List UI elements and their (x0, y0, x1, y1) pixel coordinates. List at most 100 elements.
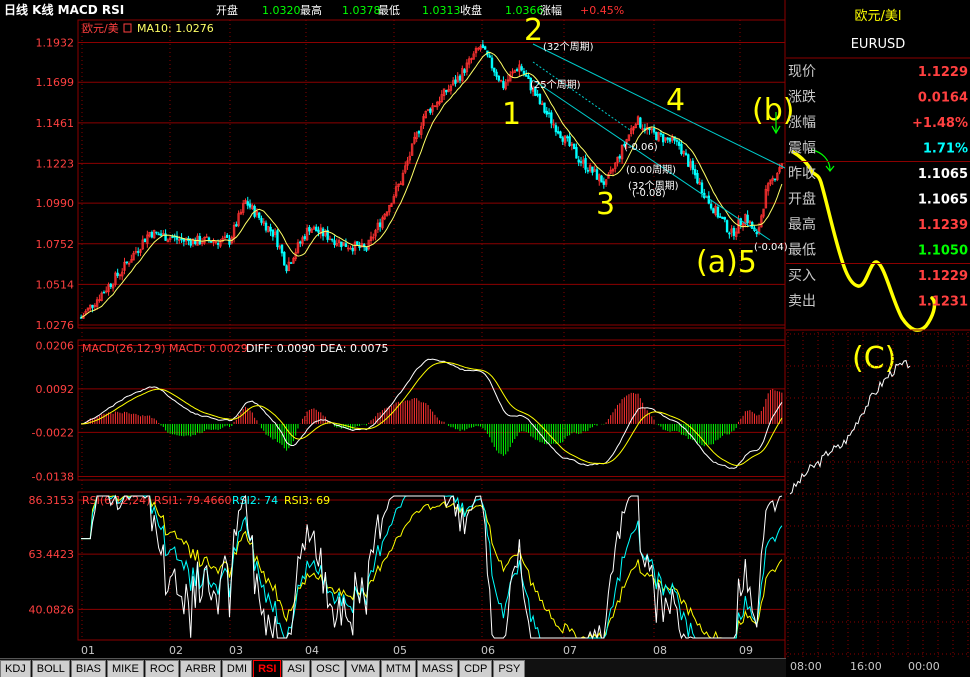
candle-body (155, 231, 158, 234)
candle-body (125, 261, 128, 264)
tab-vma[interactable]: VMA (346, 660, 380, 677)
rsi-y-tick: 40.0826 (29, 603, 75, 616)
candle-body (257, 212, 261, 218)
candle-body (591, 166, 594, 173)
price-y-tick: 1.0276 (36, 319, 75, 332)
header-bar: 日线 K线 MACD RSI 开盘 1.0320 最高 1.0378 最低 1.… (0, 0, 786, 20)
candle-body (137, 251, 140, 253)
candle-body (269, 226, 272, 232)
candle-body (618, 155, 622, 159)
candle-body (283, 252, 286, 266)
header-change-label: 涨幅 (540, 4, 562, 17)
quote-row-label: 买入 (788, 268, 816, 284)
candle-body (315, 226, 318, 232)
candle-body (228, 238, 231, 245)
candle-body (568, 136, 571, 146)
candle-body (586, 170, 590, 172)
period-label-2: (25个周期) (530, 79, 581, 91)
candle-body (495, 71, 498, 77)
macd-dea-line (81, 361, 783, 467)
candle-body (488, 55, 491, 58)
tab-dmi[interactable]: DMI (221, 660, 253, 677)
header-open-value: 1.0320 (262, 4, 301, 17)
macd-legend-main: MACD(26,12,9) MACD: 0.0029 (82, 342, 248, 355)
tab-psy[interactable]: PSY (493, 660, 526, 677)
price-legend-ma: MA10: 1.0276 (137, 22, 214, 35)
candle-body (344, 243, 348, 248)
tab-osc[interactable]: OSC (311, 660, 346, 677)
tab-rsi[interactable]: RSI (253, 660, 282, 677)
macd-legend-dea: DEA: 0.0075 (320, 342, 388, 355)
candle-body (285, 265, 288, 272)
tab-cdp[interactable]: CDP (459, 660, 493, 677)
candle-body (116, 272, 119, 276)
candle-body (365, 247, 368, 251)
candle-body (91, 304, 94, 308)
price-y-tick: 1.0514 (36, 278, 75, 291)
candle-body (463, 69, 466, 73)
candle-body (490, 57, 494, 69)
candle-body (538, 94, 542, 105)
candle-body (700, 182, 704, 194)
candle-body (602, 181, 606, 185)
candle-body (226, 234, 229, 238)
period-label-3: (-0.06) (624, 142, 658, 153)
channel-mid-line (532, 61, 631, 131)
candle-body (648, 127, 651, 131)
candle-body (109, 283, 113, 287)
tab-mass[interactable]: MASS (416, 660, 459, 677)
tab-mtm[interactable]: MTM (380, 660, 416, 677)
tab-mike[interactable]: MIKE (107, 660, 144, 677)
intraday-line (789, 359, 911, 495)
candle-body (661, 134, 665, 143)
candle-body (554, 125, 558, 133)
candle-body (725, 220, 729, 233)
candle-body (216, 242, 220, 245)
quote-panel: 欧元/美l EURUSD 现价 1.1229 涨跌 0.0164 涨幅 +1.48% 震幅 1… (786, 9, 970, 658)
header-change-value: +0.45% (580, 4, 624, 17)
tab-kdj[interactable]: KDJ (0, 660, 31, 677)
candle-body (559, 131, 562, 138)
candle-body (755, 232, 758, 235)
candle-body (522, 71, 526, 75)
candle-body (260, 217, 263, 223)
candle-body (157, 233, 160, 236)
tab-asi[interactable]: ASI (282, 660, 311, 677)
period-label-7: (-0.04) (754, 242, 788, 253)
x-axis-label: 01 (81, 644, 95, 657)
tab-roc[interactable]: ROC (144, 660, 180, 677)
candle-body (550, 112, 553, 124)
x-axis-label: 06 (481, 644, 495, 657)
candle-body (271, 229, 275, 237)
quote-row-value: +1.48% (912, 116, 968, 131)
tab-boll[interactable]: BOLL (31, 660, 70, 677)
candle-body (556, 131, 560, 134)
candle-body (687, 154, 690, 167)
header-open-label: 开盘 (216, 3, 238, 17)
candle-body (712, 208, 715, 214)
tab-bias[interactable]: BIAS (70, 660, 106, 677)
quote-code: EURUSD (851, 37, 906, 52)
candle-body (600, 175, 603, 183)
x-axis-label: 07 (563, 644, 577, 657)
quote-row-value: 1.1231 (918, 295, 968, 310)
tab-arbr[interactable]: ARBR (180, 660, 221, 677)
header-low-value: 1.0313 (422, 4, 461, 17)
candle-body (595, 169, 599, 180)
quote-row-label: 震幅 (788, 141, 816, 157)
quote-row-value: 1.71% (923, 142, 968, 157)
candle-body (264, 222, 268, 231)
candle-body (317, 229, 320, 233)
candle-body (340, 241, 343, 248)
candle-body (351, 247, 354, 252)
price-y-tick: 1.0752 (36, 238, 75, 251)
quote-row-label: 开盘 (788, 191, 816, 208)
candle-body (525, 74, 528, 77)
macd-legend-diff: DIFF: 0.0090 (246, 342, 315, 355)
candle-body (289, 262, 293, 264)
candle-body (561, 137, 564, 142)
quote-row-value: 0.0164 (918, 91, 968, 106)
header-high-value: 1.0378 (342, 4, 381, 17)
quote-row-value: 1.1065 (918, 167, 968, 182)
candle-body (659, 133, 663, 135)
